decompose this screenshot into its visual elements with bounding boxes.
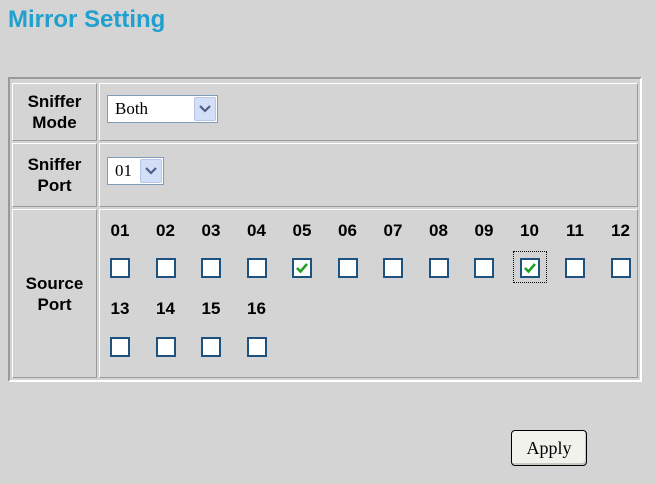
source-port-number: 05 — [292, 221, 312, 240]
source-port-number: 06 — [338, 221, 357, 240]
source-port-checkbox[interactable] — [565, 258, 585, 278]
source-port-number: 04 — [247, 221, 266, 240]
source-port-checkbox[interactable] — [201, 258, 221, 278]
source-port-number: 08 — [429, 221, 448, 240]
source-port-number: 14 — [156, 299, 175, 318]
sniffer-port-value: 01 — [115, 161, 132, 180]
source-port-checkbox[interactable] — [155, 258, 176, 278]
source-port-checkbox[interactable] — [428, 258, 449, 278]
source-port-cell: 01 02 03 04 05 06 07 08 09 10 11 12 13 14 15 16 — [99, 209, 638, 378]
source-port-number: 16 — [247, 299, 266, 318]
sniffer-port-cell: 01 — [99, 143, 638, 207]
source-port-checkbox[interactable] — [246, 258, 267, 278]
mirror-settings-table: Sniffer Mode Both Sniffer Port 01 Source… — [8, 77, 642, 382]
source-port-checkbox[interactable] — [474, 258, 494, 278]
source-port-checkbox[interactable] — [337, 258, 358, 278]
sniffer-port-select[interactable]: 01 — [107, 157, 164, 185]
sniffer-port-label-text: Sniffer Port — [27, 155, 82, 195]
source-port-number: 11 — [566, 221, 584, 240]
source-port-number: 15 — [201, 299, 221, 318]
checkmark-icon — [523, 263, 536, 274]
source-port-number: 10 — [520, 221, 539, 240]
sniffer-port-label: Sniffer Port — [12, 143, 97, 207]
checkmark-icon — [296, 263, 308, 274]
source-port-checkbox[interactable] — [155, 337, 176, 357]
source-port-number: 07 — [383, 221, 403, 240]
page-title: Mirror Setting — [8, 6, 166, 33]
source-port-label: Source Port — [12, 209, 97, 378]
source-port-checkbox[interactable] — [519, 258, 540, 278]
source-port-checkbox[interactable] — [292, 258, 312, 278]
chevron-down-icon[interactable] — [194, 97, 216, 121]
source-port-number: 03 — [201, 221, 221, 240]
source-port-checkbox[interactable] — [110, 258, 130, 278]
source-port-checkbox[interactable] — [201, 337, 221, 357]
source-port-number: 13 — [110, 299, 130, 318]
source-port-checkbox[interactable] — [246, 337, 267, 357]
sniffer-mode-cell: Both — [99, 83, 638, 141]
source-port-number: 12 — [611, 221, 630, 240]
source-port-number: 01 — [110, 221, 130, 240]
source-port-checkbox[interactable] — [610, 258, 631, 278]
apply-button[interactable]: Apply — [511, 430, 587, 466]
chevron-down-icon[interactable] — [140, 159, 162, 183]
source-port-number: 02 — [156, 221, 175, 240]
sniffer-mode-label-text: Sniffer Mode — [27, 92, 82, 132]
sniffer-mode-label: Sniffer Mode — [12, 83, 97, 141]
source-port-checkbox[interactable] — [110, 337, 130, 357]
source-port-label-text: Source Port — [25, 273, 84, 314]
source-port-number: 09 — [474, 221, 494, 240]
sniffer-mode-value: Both — [115, 99, 149, 118]
source-port-checkbox[interactable] — [383, 258, 403, 278]
sniffer-mode-select[interactable]: Both — [107, 95, 218, 123]
